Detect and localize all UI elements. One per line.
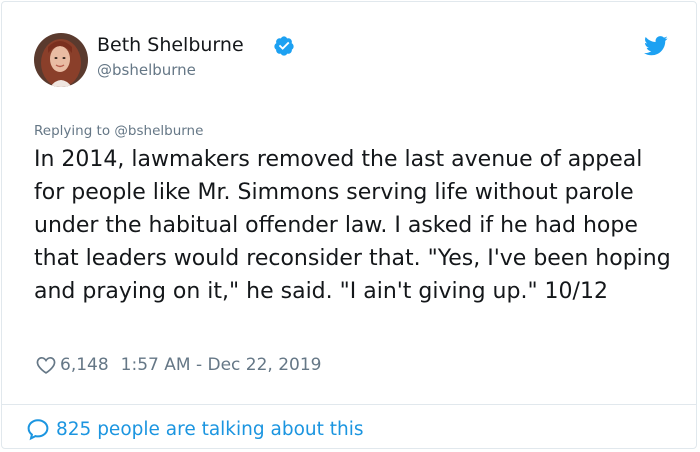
speech-bubble-icon [27,419,49,441]
tweet-card: Beth Shelburne @bshelburne Replying to @… [1,1,697,449]
talking-about-link[interactable]: 825 people are talking about this [26,416,364,442]
tweet-timestamp[interactable]: 1:57 AM - Dec 22, 2019 [121,355,322,375]
avatar[interactable] [34,33,88,87]
author-name[interactable]: Beth Shelburne [97,34,244,56]
replying-prefix: Replying to [34,123,111,139]
tweet-meta: 6,148 1:57 AM - Dec 22, 2019 [35,352,322,378]
verified-badge-icon [274,36,294,56]
divider [2,404,696,405]
tweet-text: In 2014, lawmakers removed the last aven… [34,147,671,304]
twitter-bird-icon[interactable] [644,36,668,56]
author-handle[interactable]: @bshelburne [97,61,196,79]
heart-icon[interactable] [35,354,57,376]
replying-to-handle-link[interactable]: @bshelburne [114,123,203,139]
replying-to: Replying to @bshelburne [34,123,203,139]
avatar-image [34,33,88,87]
talking-about-label[interactable]: 825 people are talking about this [56,419,364,440]
like-count[interactable]: 6,148 [60,355,109,375]
